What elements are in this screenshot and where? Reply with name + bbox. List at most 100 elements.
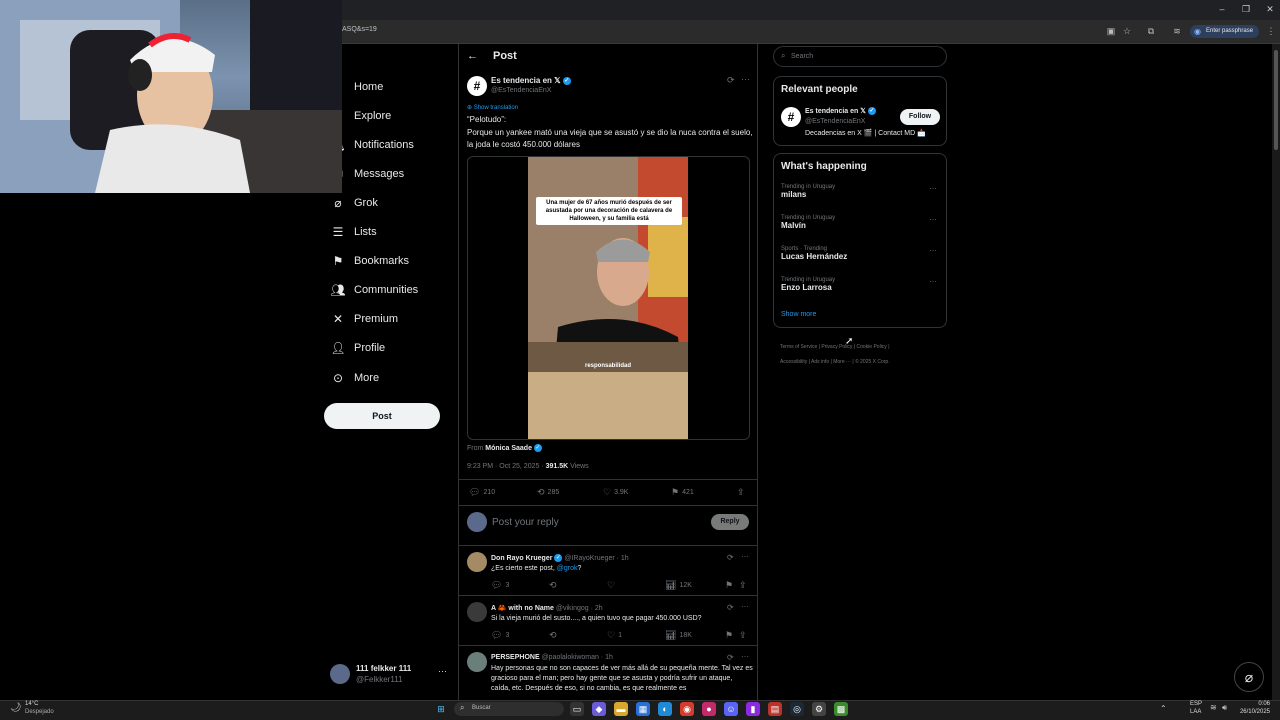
reply-input[interactable]: Post your reply: [492, 517, 559, 528]
reply-handle[interactable]: @vikingog · 2h: [556, 605, 603, 612]
extensions-icon[interactable]: ⧉: [1144, 25, 1158, 37]
repost-action[interactable]: ⟲: [549, 630, 557, 641]
like-action[interactable]: ♡ 3.9K: [603, 487, 628, 498]
reply-author[interactable]: Don Rayo Krueger: [491, 555, 552, 562]
grok-icon[interactable]: ⌀: [1234, 662, 1264, 692]
tweet-timestamp[interactable]: 9:23 PM · Oct 25, 2025 ·: [467, 463, 544, 470]
language-indicator[interactable]: ESP: [1190, 701, 1202, 707]
bookmark-action[interactable]: ⚑: [725, 580, 733, 591]
passphrase-button[interactable]: ◉ Enter passphrase: [1190, 25, 1260, 38]
grok-explain-icon[interactable]: ⟳: [727, 603, 734, 612]
trend-item[interactable]: Sports · Trending Lucas Hernández ···: [781, 246, 943, 261]
reply-button[interactable]: Reply: [711, 514, 749, 530]
more-icon[interactable]: ···: [929, 246, 937, 255]
views-action[interactable]: 📊︎ 12K: [665, 580, 692, 591]
tweet-handle[interactable]: @EsTendenciaEnX: [491, 87, 551, 94]
bookmark-action[interactable]: ⚑ 421: [671, 487, 694, 498]
footer-link[interactable]: Terms of Service: [780, 344, 817, 350]
copilot-icon[interactable]: ◆: [592, 702, 606, 716]
repost-action[interactable]: ⟲: [549, 580, 557, 591]
avatar[interactable]: [467, 652, 487, 672]
avatar[interactable]: [467, 552, 487, 572]
share-action[interactable]: ⇪: [737, 487, 745, 498]
address-bar-text[interactable]: ASQ&s=19: [342, 26, 377, 33]
settings-icon[interactable]: ⚙: [812, 702, 826, 716]
nav-lists[interactable]: ☰ Lists: [330, 219, 377, 245]
reply-action[interactable]: 💬︎ 3: [491, 580, 509, 591]
windows-start-icon[interactable]: ⊞: [434, 702, 448, 716]
discord-icon[interactable]: ☺: [724, 702, 738, 716]
footer-link[interactable]: More ···: [833, 359, 851, 365]
show-more-link[interactable]: Show more: [781, 311, 816, 318]
views-action[interactable]: 📊︎ 18K: [665, 630, 692, 641]
more-icon[interactable]: ···: [929, 277, 937, 286]
footer-link[interactable]: Cookie Policy: [857, 344, 887, 350]
minimize-icon[interactable]: –: [1216, 4, 1228, 14]
chrome-icon[interactable]: ◉: [680, 702, 694, 716]
search-input[interactable]: ⌕ Search: [773, 46, 947, 67]
weather-temp[interactable]: 14°C: [25, 701, 38, 707]
reply-author[interactable]: A 🦀 with no Name: [491, 605, 554, 612]
follow-button[interactable]: Follow: [900, 109, 940, 125]
reply-handle[interactable]: @paolalokiwoman · 1h: [542, 654, 613, 661]
person-name[interactable]: Es tendencia en 𝕏 ✓: [805, 107, 876, 116]
task-view-icon[interactable]: ▭: [570, 702, 584, 716]
file-explorer-icon[interactable]: ▬: [614, 702, 628, 716]
taskbar-search[interactable]: ⌕ Buscar: [454, 702, 564, 716]
nav-bookmarks[interactable]: ⚑ Bookmarks: [330, 248, 409, 274]
nav-communities[interactable]: 👥︎ Communities: [330, 277, 418, 303]
weather-desc[interactable]: Despejado: [25, 709, 54, 715]
maximize-icon[interactable]: ❐: [1240, 4, 1252, 15]
tweet-author[interactable]: Es tendencia en 𝕏 ✓: [491, 76, 571, 85]
close-icon[interactable]: ✕: [1264, 4, 1276, 15]
grok-explain-icon[interactable]: ⟳: [727, 75, 735, 86]
more-icon[interactable]: ···: [929, 184, 937, 193]
reply-handle[interactable]: @IRayoKrueger · 1h: [564, 555, 628, 562]
more-icon[interactable]: ···: [929, 215, 937, 224]
more-icon[interactable]: ···: [438, 666, 447, 676]
back-arrow-icon[interactable]: ←: [467, 50, 478, 62]
clock-time[interactable]: 0:06: [1242, 701, 1270, 707]
like-action[interactable]: ♡: [607, 580, 615, 591]
nav-premium[interactable]: ✕ Premium: [330, 306, 398, 332]
app-icon[interactable]: ▤: [768, 702, 782, 716]
browser-menu-icon[interactable]: ⋮: [1264, 25, 1278, 37]
more-icon[interactable]: ···: [741, 74, 750, 84]
install-app-icon[interactable]: ▣: [1104, 25, 1118, 37]
nav-notifications[interactable]: 🔔︎Notifications: [330, 132, 414, 158]
chevron-up-icon[interactable]: ⌃: [1160, 704, 1167, 713]
footer-link[interactable]: Accessibility: [780, 359, 807, 365]
show-translation-link[interactable]: ⊕ Show translation: [467, 104, 518, 111]
post-button[interactable]: Post: [324, 403, 440, 429]
store-icon[interactable]: ▦: [636, 702, 650, 716]
grok-explain-icon[interactable]: ⟳: [727, 553, 734, 562]
author-avatar[interactable]: #: [781, 107, 801, 127]
share-action[interactable]: ⇪: [739, 580, 747, 591]
author-avatar[interactable]: #: [467, 76, 487, 96]
repost-action[interactable]: ⟲ 285: [537, 487, 559, 498]
person-handle[interactable]: @EsTendenciaEnX: [805, 118, 865, 125]
steam-icon[interactable]: ◎: [790, 702, 804, 716]
keyboard-layout[interactable]: LAA: [1190, 709, 1201, 715]
media-icon[interactable]: ≋: [1170, 25, 1184, 37]
minecraft-icon[interactable]: ▩: [834, 702, 848, 716]
volume-icon[interactable]: 🔊︎: [1222, 703, 1227, 713]
grok-explain-icon[interactable]: ⟳: [727, 653, 734, 662]
footer-link[interactable]: Ads info: [811, 359, 829, 365]
trend-item[interactable]: Trending in Uruguay milans ···: [781, 184, 943, 199]
edge-icon[interactable]: ◐: [658, 702, 672, 716]
reply-author[interactable]: PERSEPHONE: [491, 654, 540, 661]
reply-action[interactable]: 💬︎ 3: [491, 630, 509, 641]
tweet-video[interactable]: Una mujer de 67 años murió después de se…: [467, 156, 750, 440]
account-switcher[interactable]: 111 felkker 111 @Felkker111 ···: [330, 662, 450, 688]
more-icon[interactable]: ···: [741, 552, 749, 561]
reply-action[interactable]: 💬︎ 210: [469, 487, 495, 498]
like-action[interactable]: ♡ 1: [607, 630, 622, 641]
mention-link[interactable]: @grok: [557, 565, 578, 572]
wifi-icon[interactable]: ≋: [1210, 703, 1217, 712]
trend-item[interactable]: Trending in Uruguay Malvín ···: [781, 215, 943, 230]
nav-more[interactable]: ⊙ More: [330, 365, 379, 391]
bookmark-action[interactable]: ⚑: [725, 630, 733, 641]
trend-item[interactable]: Trending in Uruguay Enzo Larrosa ···: [781, 277, 943, 292]
more-icon[interactable]: ···: [741, 652, 749, 661]
